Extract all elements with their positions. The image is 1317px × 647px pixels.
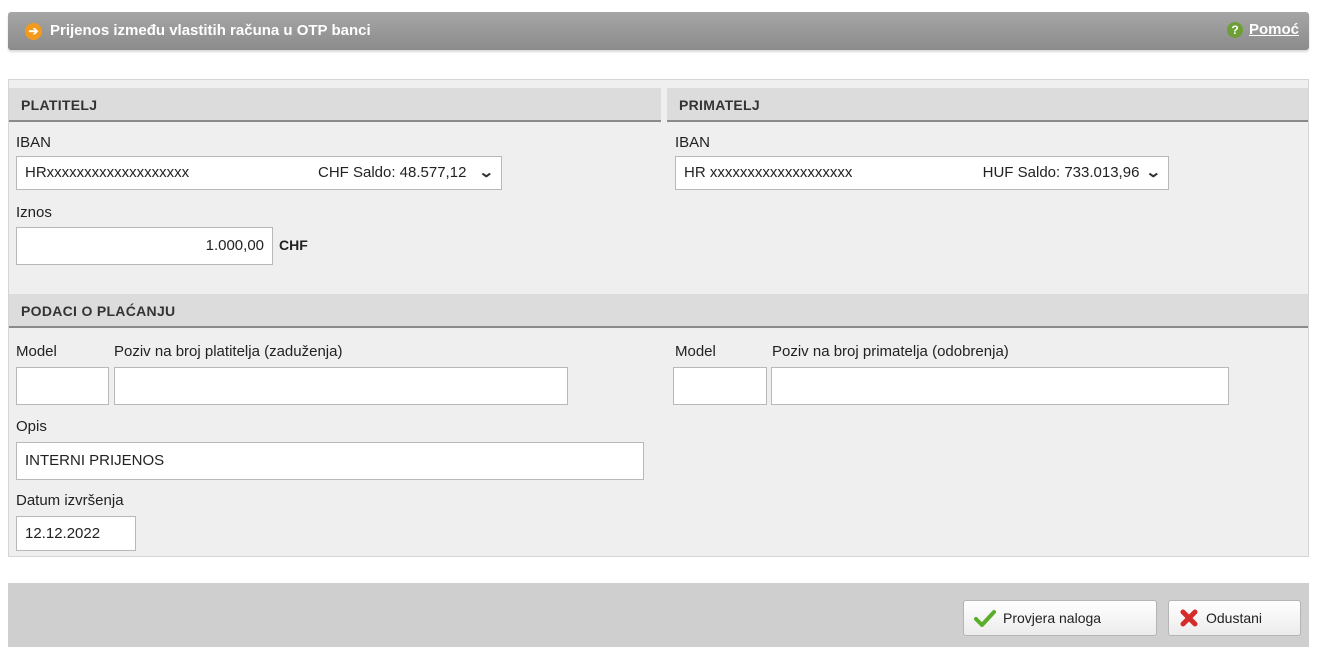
recipient-model-input[interactable] [673, 367, 767, 405]
amount-input[interactable]: 1.000,00 [16, 227, 273, 265]
payer-reference-input[interactable] [114, 367, 568, 405]
question-icon[interactable]: ? [1226, 21, 1243, 38]
check-order-button[interactable]: Provjera naloga [963, 600, 1157, 636]
action-bar: Provjera naloga Odustani [8, 583, 1309, 647]
payer-section-header: PLATITELJ [9, 88, 661, 122]
amount-label: Iznos [16, 204, 52, 221]
payer-reference-label: Poziv na broj platitelja (zaduženja) [114, 343, 343, 360]
description-input[interactable]: INTERNI PRIJENOS [16, 442, 644, 480]
payer-model-input[interactable] [16, 367, 109, 405]
recipient-model-label: Model [675, 343, 716, 360]
cross-icon [1179, 608, 1199, 628]
payer-balance: CHF Saldo: 48.577,12 [317, 164, 467, 181]
check-order-label: Provjera naloga [1003, 610, 1102, 626]
help-link[interactable]: Pomoć [1249, 21, 1299, 38]
page-title: Prijenos između vlastitih računa u OTP b… [50, 22, 371, 39]
recipient-reference-label: Poziv na broj primatelja (odobrenja) [772, 343, 1009, 360]
payer-account-select[interactable]: HRxxxxxxxxxxxxxxxxxxx CHF Saldo: 48.577,… [16, 156, 502, 190]
date-input[interactable]: 12.12.2022 [16, 516, 136, 551]
arrow-right-icon: ➔ [25, 23, 42, 40]
currency-label: CHF [279, 237, 308, 253]
recipient-balance: HUF Saldo: 733.013,96 [982, 164, 1140, 181]
cancel-button[interactable]: Odustani [1168, 600, 1301, 636]
recipient-iban-label: IBAN [675, 134, 711, 151]
description-label: Opis [16, 418, 47, 435]
page-header: ➔ Prijenos između vlastitih računa u OTP… [8, 12, 1309, 50]
payment-section-header: PODACI O PLAĆANJU [9, 294, 1308, 328]
recipient-section-header: PRIMATELJ [667, 88, 1308, 122]
transfer-form: PLATITELJ PRIMATELJ IBAN HRxxxxxxxxxxxxx… [8, 79, 1309, 557]
chevron-down-icon: ⌄ [1145, 164, 1162, 181]
recipient-reference-input[interactable] [771, 367, 1229, 405]
chevron-down-icon: ⌄ [478, 164, 495, 181]
checkmark-icon [974, 609, 996, 627]
payer-model-label: Model [16, 343, 57, 360]
payer-iban-label: IBAN [16, 134, 52, 151]
recipient-account-select[interactable]: HR xxxxxxxxxxxxxxxxxxx HUF Saldo: 733.01… [675, 156, 1169, 190]
recipient-iban-value: HR xxxxxxxxxxxxxxxxxxx [684, 164, 853, 181]
cancel-label: Odustani [1206, 610, 1263, 626]
payer-iban-value: HRxxxxxxxxxxxxxxxxxxx [25, 164, 190, 181]
date-label: Datum izvršenja [16, 492, 124, 509]
help-link-group[interactable]: ? Pomoć [1226, 21, 1299, 38]
